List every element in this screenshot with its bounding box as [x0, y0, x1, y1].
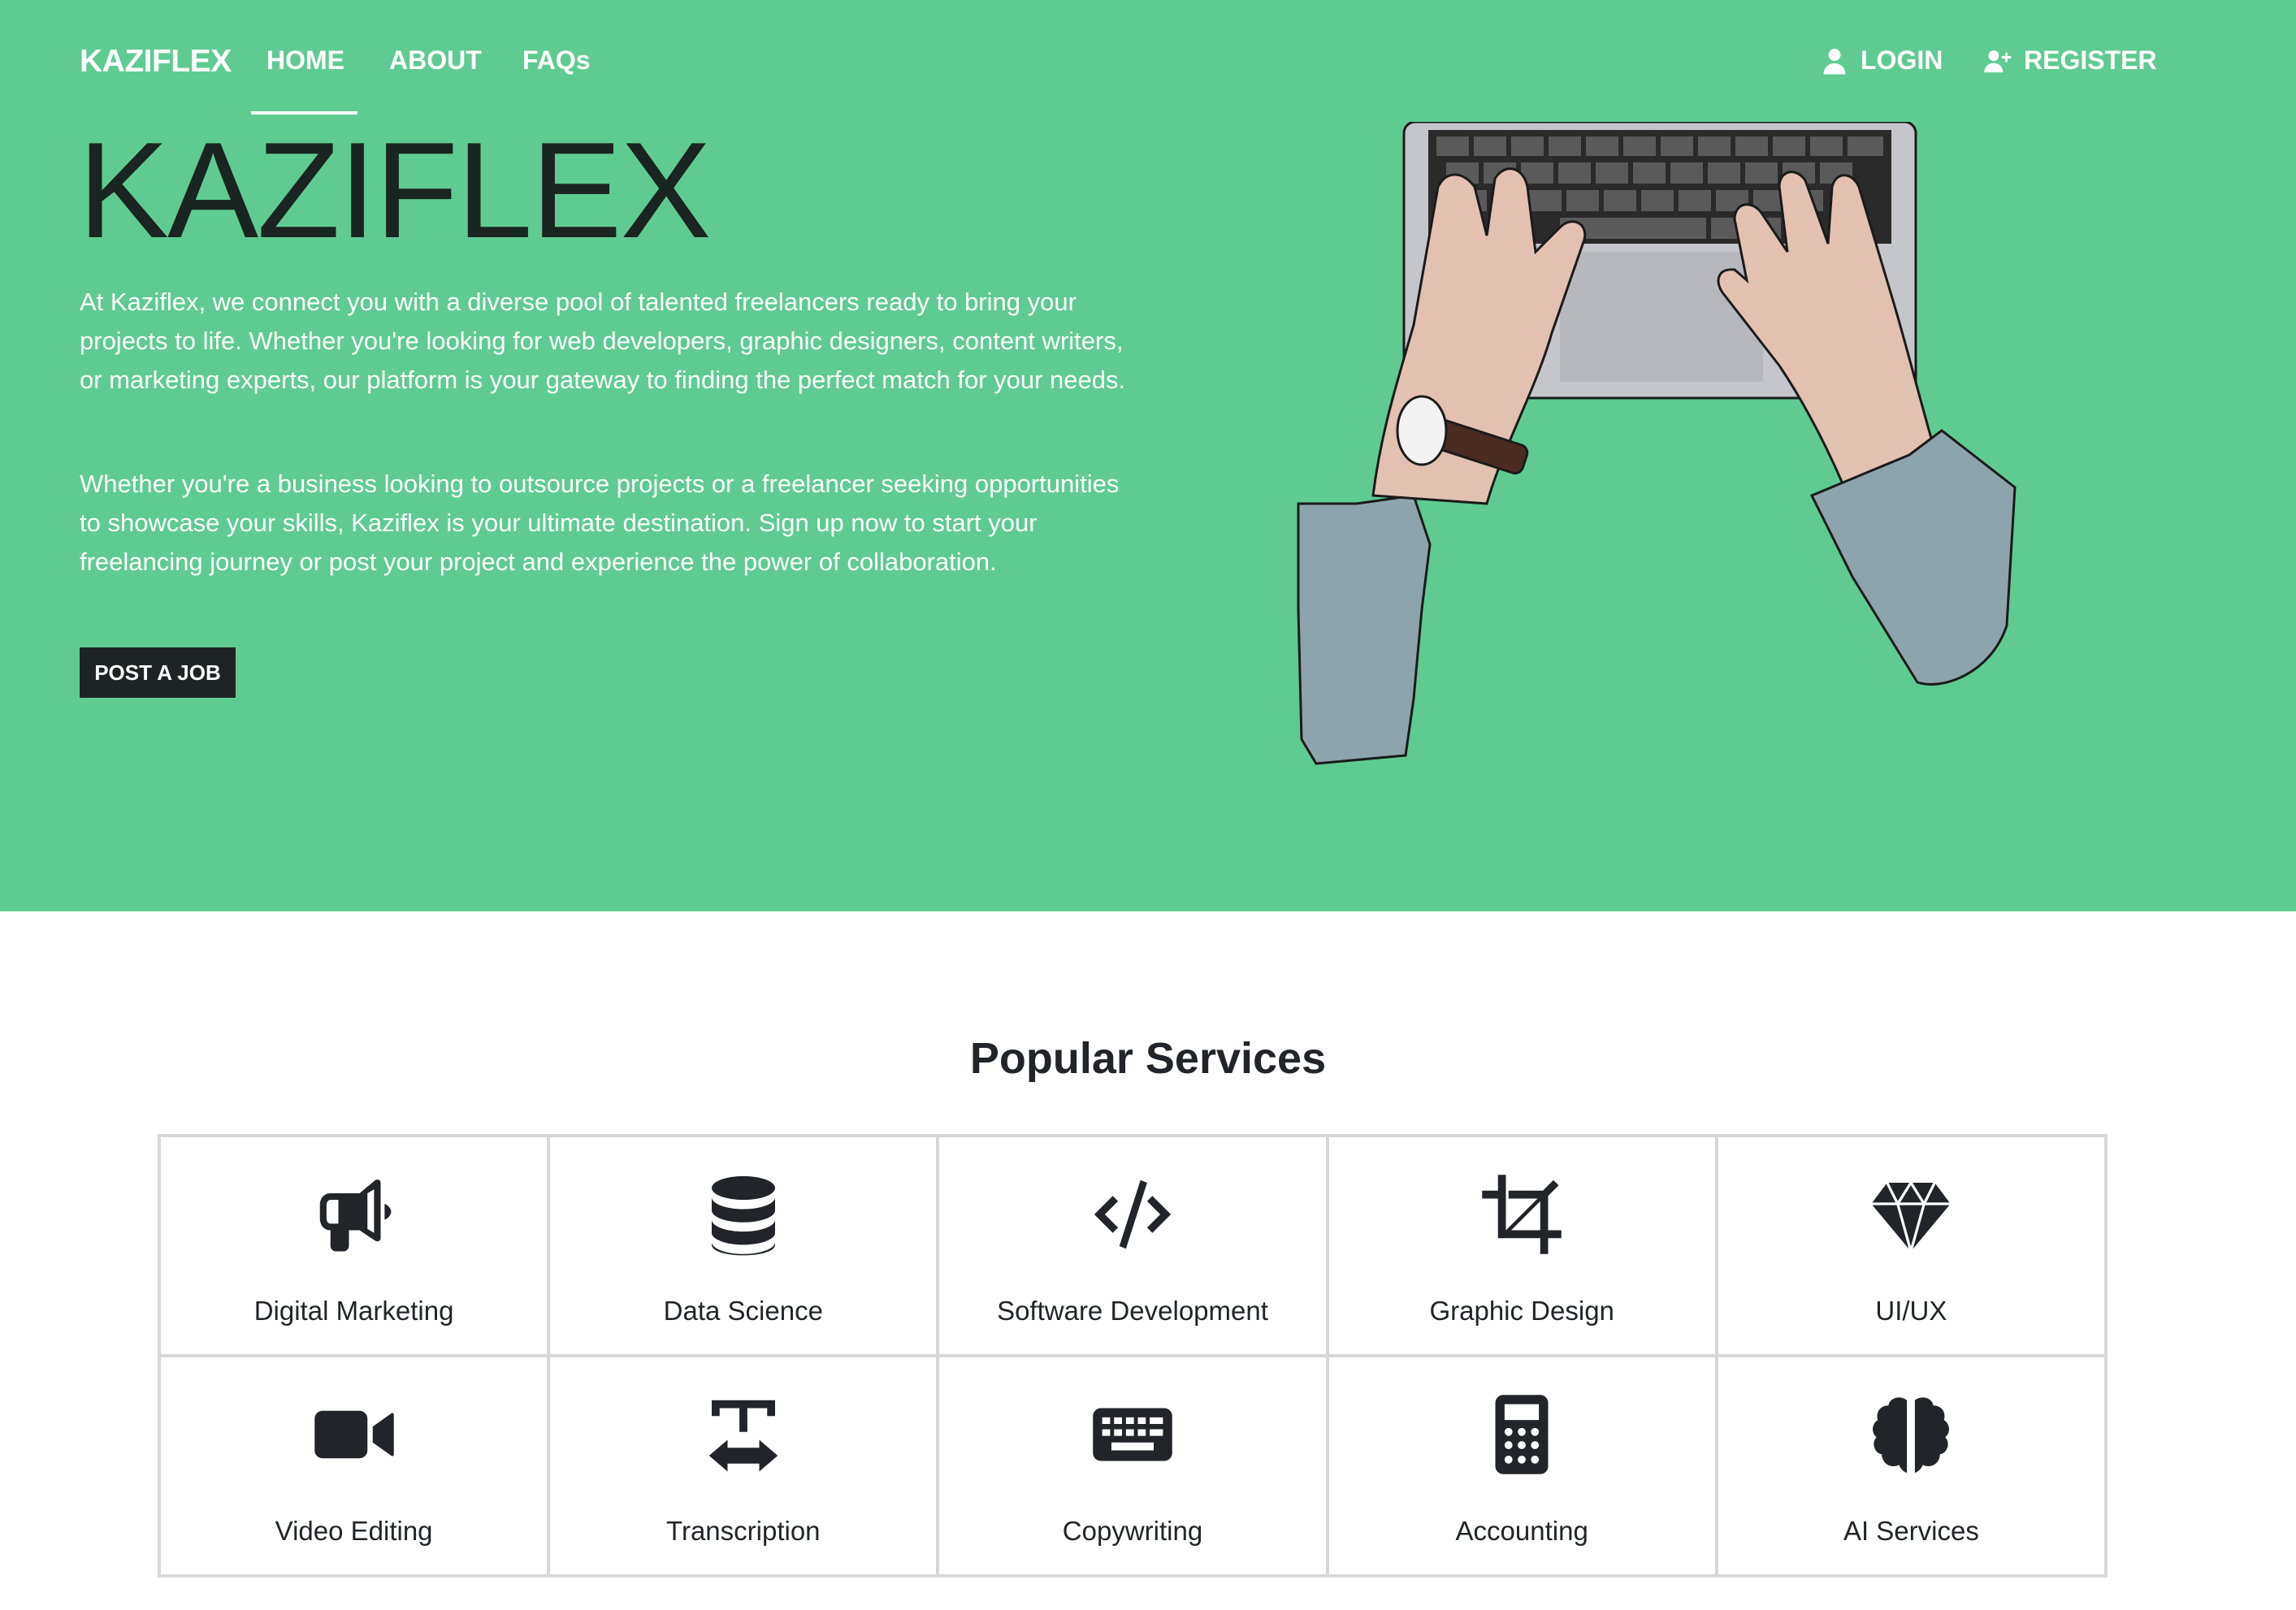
crop-icon: [1477, 1170, 1566, 1259]
service-label: Transcription: [666, 1516, 821, 1546]
service-card-software-development[interactable]: Software Development: [938, 1136, 1328, 1356]
register-link[interactable]: REGISTER: [1983, 45, 2157, 76]
service-label: Video Editing: [275, 1516, 433, 1546]
hero-paragraph-1: At Kaziflex, we connect you with a diver…: [80, 288, 1126, 394]
service-label: AI Services: [1843, 1516, 1979, 1546]
service-card-copywriting[interactable]: Copywriting: [938, 1356, 1328, 1576]
login-label: LOGIN: [1861, 45, 1943, 75]
services-grid: Digital Marketing Data Science Software …: [158, 1134, 2108, 1578]
video-icon: [310, 1390, 399, 1479]
hands-typing-illustration: [1297, 122, 2017, 765]
nav-link-about[interactable]: ABOUT: [389, 45, 482, 76]
service-card-accounting[interactable]: Accounting: [1327, 1356, 1717, 1576]
hero-paragraph-2: Whether you're a business looking to out…: [80, 470, 1120, 576]
service-label: Copywriting: [1062, 1516, 1203, 1546]
code-icon: [1088, 1170, 1177, 1259]
hero-section: KAZIFLEX HOME ABOUT FAQs LOGIN REGISTER …: [0, 0, 2296, 911]
service-card-ai-services[interactable]: AI Services: [1716, 1356, 2106, 1576]
login-link[interactable]: LOGIN: [1820, 45, 1943, 76]
bullhorn-icon: [310, 1170, 399, 1259]
brand-logo[interactable]: KAZIFLEX: [80, 44, 232, 80]
service-label: UI/UX: [1875, 1296, 1947, 1326]
service-label: Graphic Design: [1429, 1296, 1614, 1326]
hero-title: KAZIFLEX: [78, 114, 712, 266]
post-job-button[interactable]: POST A JOB: [80, 647, 236, 698]
calculator-icon: [1477, 1390, 1566, 1479]
service-label: Accounting: [1455, 1516, 1588, 1546]
service-label: Data Science: [663, 1296, 823, 1326]
service-card-video-editing[interactable]: Video Editing: [159, 1356, 549, 1576]
text-width-icon: [699, 1390, 788, 1479]
register-label: REGISTER: [2024, 45, 2157, 75]
database-icon: [699, 1170, 788, 1259]
service-card-ui-ux[interactable]: UI/UX: [1716, 1136, 2106, 1356]
brain-icon: [1866, 1390, 1956, 1479]
service-card-data-science[interactable]: Data Science: [548, 1136, 938, 1356]
navbar: KAZIFLEX HOME ABOUT FAQs LOGIN REGISTER: [0, 0, 2296, 122]
service-card-digital-marketing[interactable]: Digital Marketing: [159, 1136, 549, 1356]
nav-link-faqs[interactable]: FAQs: [522, 45, 591, 76]
user-icon: [1823, 48, 1846, 74]
gem-icon: [1866, 1170, 1956, 1259]
service-label: Digital Marketing: [253, 1296, 454, 1326]
popular-services-title: Popular Services: [969, 1034, 1327, 1083]
nav-link-home[interactable]: HOME: [266, 45, 344, 76]
service-card-graphic-design[interactable]: Graphic Design: [1327, 1136, 1717, 1356]
service-label: Software Development: [997, 1296, 1268, 1326]
service-card-transcription[interactable]: Transcription: [548, 1356, 938, 1576]
keyboard-icon: [1088, 1390, 1177, 1479]
user-plus-icon: [1984, 50, 2012, 72]
